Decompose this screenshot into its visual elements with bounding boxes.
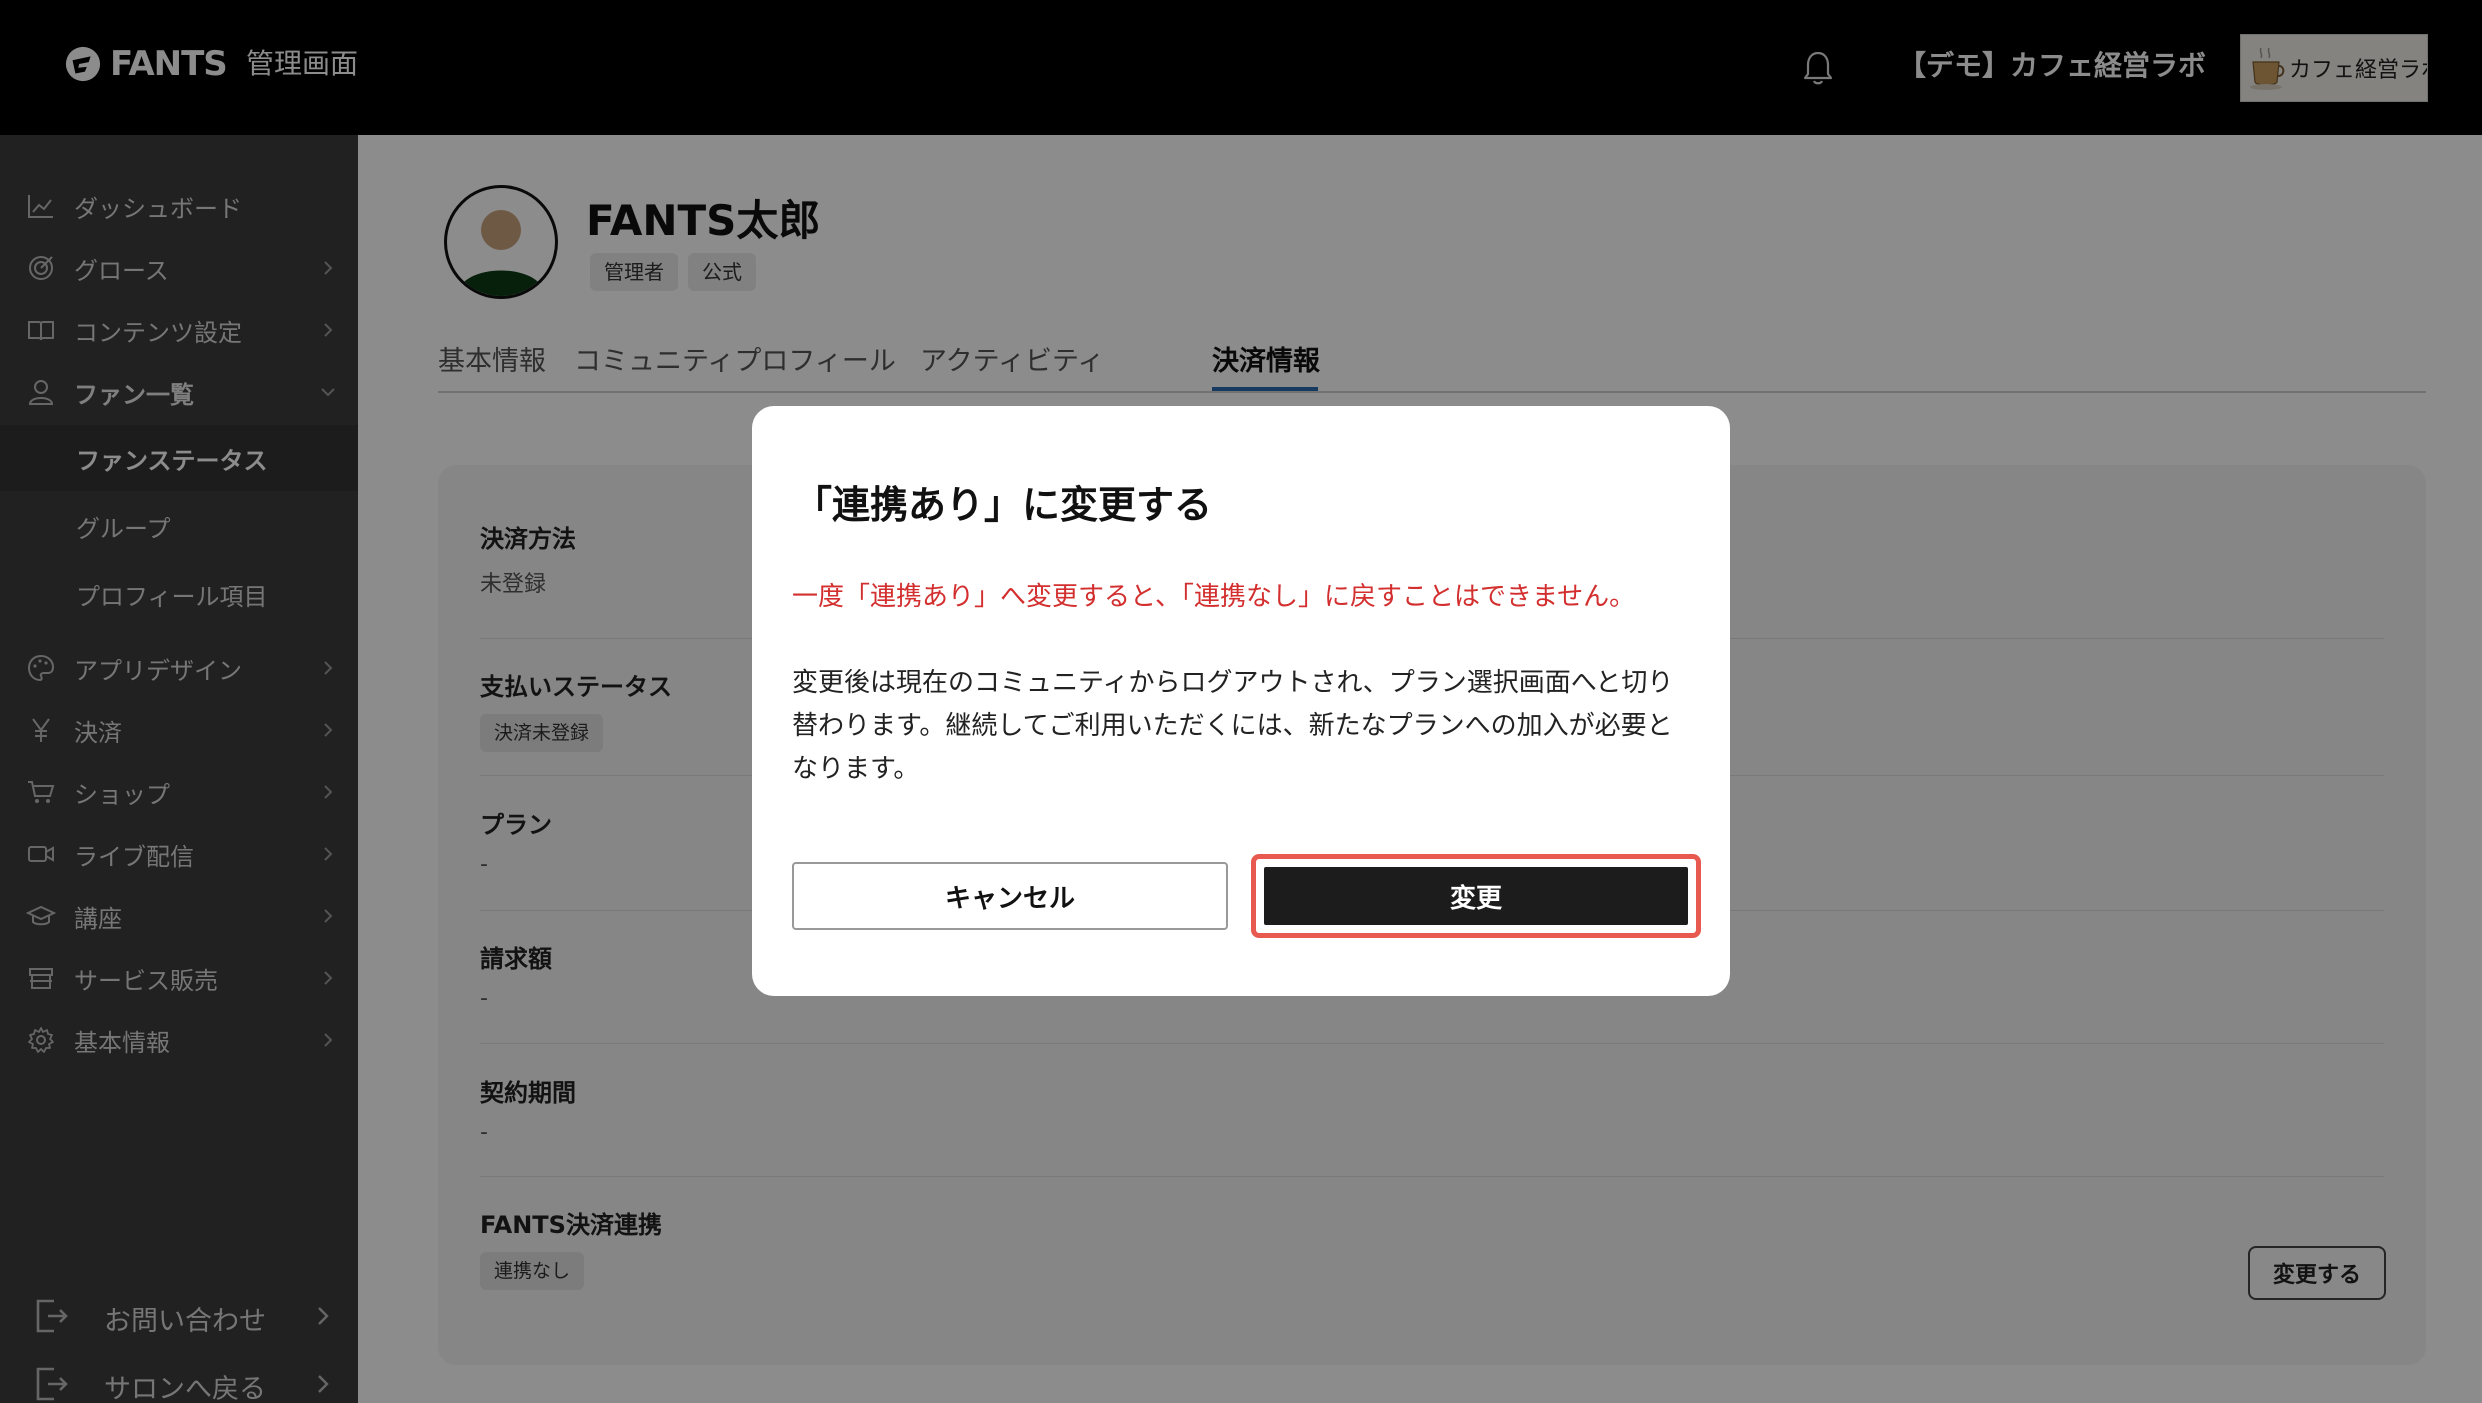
cancel-button[interactable]: キャンセル: [792, 862, 1228, 930]
confirm-button-highlight: 変更: [1251, 854, 1701, 938]
modal-body-text: 変更後は現在のコミュニティからログアウトされ、プラン選択画面へと切り替わります。…: [792, 668, 1674, 784]
confirm-change-button[interactable]: 変更: [1264, 867, 1688, 925]
modal-title: 「連携あり」に変更する: [794, 483, 1213, 527]
confirm-change-modal: 「連携あり」に変更する 一度「連携あり」へ変更すると、「連携なし」に戻すことはで…: [752, 406, 1730, 996]
modal-warning-text: 一度「連携あり」へ変更すると、「連携なし」に戻すことはできません。: [792, 582, 1636, 612]
